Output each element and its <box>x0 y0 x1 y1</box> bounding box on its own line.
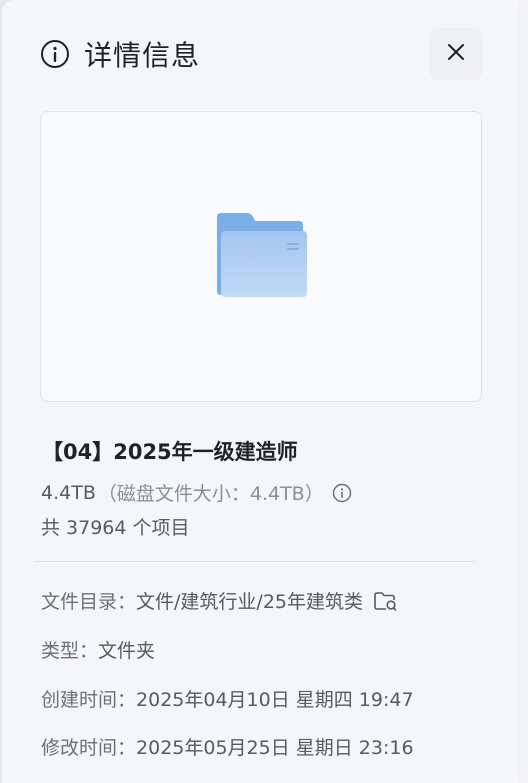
location-label: 文件目录： <box>41 591 137 613</box>
location-value: 文件/建筑行业/25年建筑类 <box>136 591 363 613</box>
info-icon <box>40 39 70 69</box>
panel-title: 详情信息 <box>84 39 201 72</box>
created-value: 2025年04月10日 星期四 19:47 <box>136 689 414 711</box>
created-label: 创建时间： <box>41 689 137 711</box>
panel-header: 详情信息 <box>40 28 200 80</box>
file-name: 【04】2025年一级建造师 <box>42 440 298 464</box>
size-line: 4.4TB （磁盘文件大小：4.4TB） <box>41 479 352 506</box>
info-small-icon[interactable] <box>332 483 352 503</box>
divider <box>34 561 475 562</box>
details-panel: 详情信息 【04】2025年一级建造师 4.4TB （磁盘文件大小：4.4TB）… <box>2 0 518 783</box>
file-size: 4.4TB <box>41 481 96 504</box>
disk-size: （磁盘文件大小：4.4TB） <box>97 483 324 505</box>
item-count: 共 37964 个项目 <box>41 517 190 539</box>
close-button[interactable] <box>430 28 482 80</box>
background-scrollbar <box>518 0 528 783</box>
modified-row: 修改时间： 2025年05月25日 星期日 23:16 <box>41 733 414 760</box>
modified-label: 修改时间： <box>41 737 137 759</box>
type-label: 类型： <box>41 640 99 662</box>
folder-location-icon[interactable] <box>373 590 397 612</box>
location-row: 文件目录： 文件/建筑行业/25年建筑类 <box>41 587 397 614</box>
file-preview <box>40 111 482 402</box>
created-row: 创建时间： 2025年04月10日 星期四 19:47 <box>41 685 414 712</box>
modified-value: 2025年05月25日 星期日 23:16 <box>136 737 414 759</box>
folder-icon <box>213 211 309 303</box>
type-row: 类型： 文件夹 <box>41 636 155 663</box>
type-value: 文件夹 <box>98 640 156 662</box>
close-icon <box>446 42 466 66</box>
